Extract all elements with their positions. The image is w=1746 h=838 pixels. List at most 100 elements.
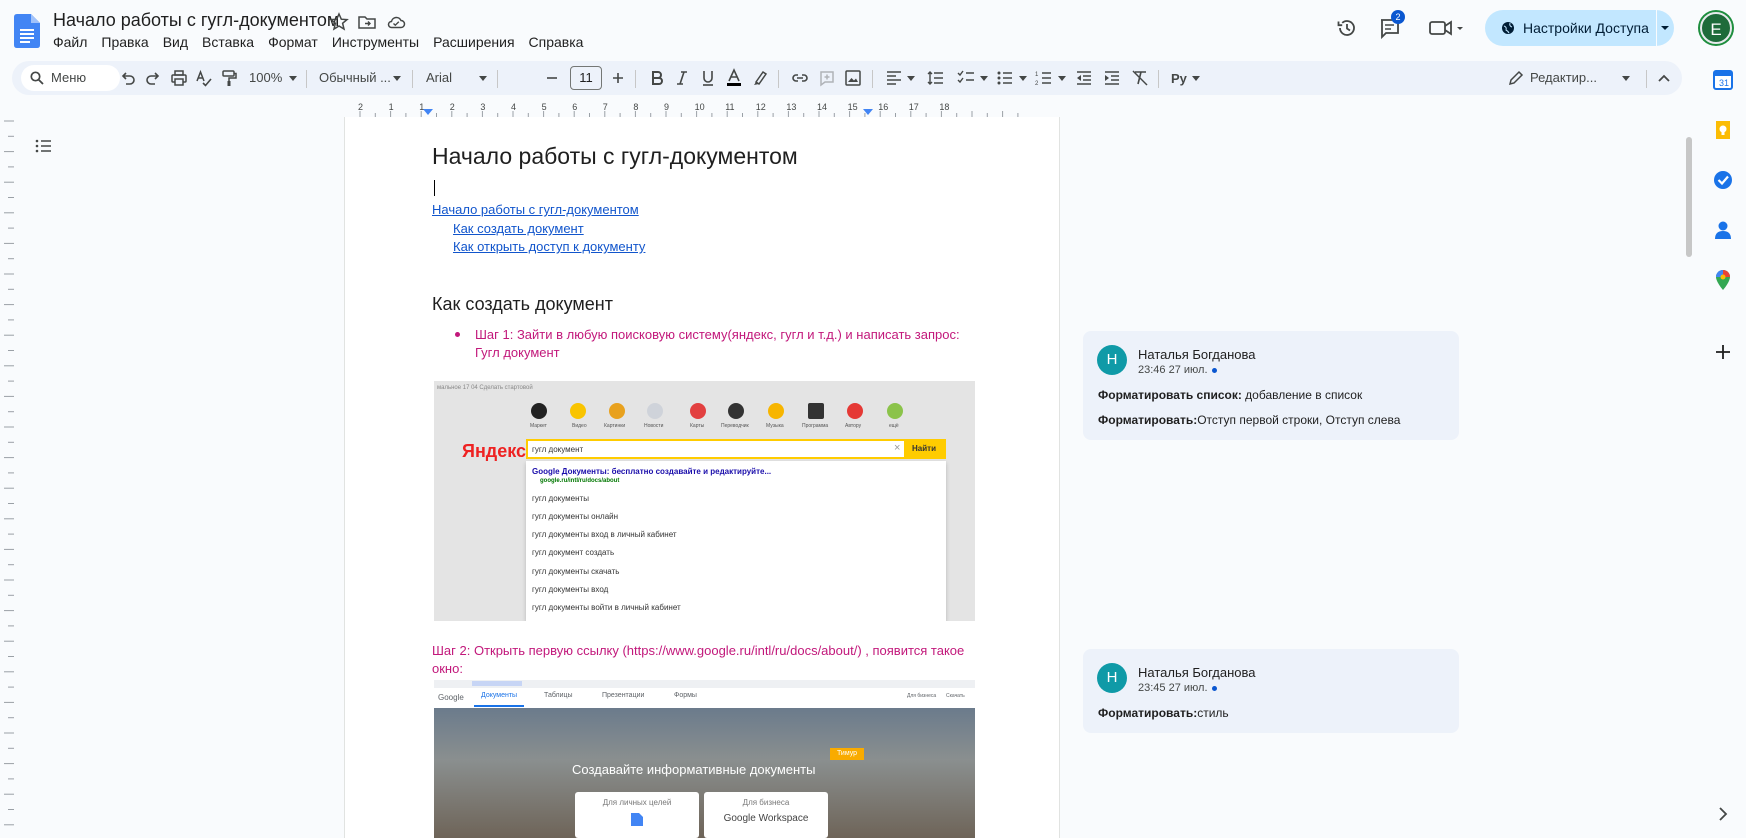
comment-time: 23:46 27 июл. <box>1138 364 1217 376</box>
toolbar-divider <box>412 70 413 88</box>
unread-dot <box>1211 685 1217 691</box>
font-size-input[interactable]: 11 <box>570 66 602 90</box>
document-outline-icon[interactable] <box>34 136 54 156</box>
menu-tools[interactable]: Инструменты <box>325 33 426 51</box>
decrease-font-icon[interactable] <box>542 68 562 88</box>
bulleted-chevron-icon[interactable] <box>1019 76 1027 81</box>
spellcheck-icon[interactable] <box>194 68 214 88</box>
toolbar-divider <box>635 70 636 88</box>
tasks-icon[interactable] <box>1712 169 1734 191</box>
calendar-icon[interactable]: 31 <box>1712 69 1734 91</box>
numbered-chevron-icon[interactable] <box>1058 76 1066 81</box>
font-select[interactable]: Arial <box>426 70 452 85</box>
share-button[interactable]: Настройки Доступа <box>1485 10 1674 46</box>
comment-author: Наталья Богданова <box>1138 665 1256 680</box>
document-title[interactable]: Начало работы с гугл-документом <box>53 10 339 31</box>
highlight-icon[interactable] <box>750 68 770 88</box>
underline-icon[interactable] <box>698 68 718 88</box>
ruler-number: 13 <box>786 102 796 112</box>
align-chevron-icon[interactable] <box>907 76 915 81</box>
menu-format[interactable]: Формат <box>261 33 325 51</box>
maps-icon[interactable] <box>1712 269 1734 291</box>
add-addon-icon[interactable] <box>1712 341 1734 363</box>
menu-file[interactable]: Файл <box>46 33 94 51</box>
comment-avatar: Н <box>1097 663 1127 693</box>
insert-image-icon[interactable] <box>843 68 863 88</box>
search-icon <box>30 71 44 85</box>
align-icon[interactable] <box>884 68 904 88</box>
horizontal-ruler[interactable]: 2 1 1 2 3 4 5 6 7 8 9 10 11 12 13 14 15 16 17 18 <box>344 101 1060 117</box>
comment-card[interactable]: Н Наталья Богданова 23:46 27 июл. Формат… <box>1083 331 1459 440</box>
undo-icon[interactable] <box>118 68 138 88</box>
yandex-screenshot[interactable]: мальное 17 04 Сделать стартовой Маркет В… <box>434 381 975 621</box>
paint-format-icon[interactable] <box>219 68 239 88</box>
clear-formatting-icon[interactable] <box>1130 68 1150 88</box>
link-icon[interactable] <box>790 68 810 88</box>
decrease-indent-icon[interactable] <box>1074 68 1094 88</box>
menu-insert[interactable]: Вставка <box>195 33 261 51</box>
menu-extensions[interactable]: Расширения <box>426 33 521 51</box>
account-avatar[interactable]: E <box>1700 12 1732 44</box>
star-icon[interactable] <box>329 12 349 32</box>
comments-icon[interactable]: 2 <box>1376 10 1405 42</box>
keep-icon[interactable] <box>1712 119 1734 141</box>
step2-text[interactable]: Шаг 2: Открыть первую ссылку (https://ww… <box>432 642 964 660</box>
italic-icon[interactable] <box>672 68 692 88</box>
style-select[interactable]: Обычный ... <box>319 70 391 85</box>
comment-card[interactable]: Н Наталья Богданова 23:45 27 июл. Формат… <box>1083 649 1459 733</box>
zoom-select[interactable]: 100% <box>249 70 282 85</box>
increase-font-icon[interactable] <box>608 68 628 88</box>
hide-menus-icon[interactable] <box>1654 68 1674 88</box>
move-folder-icon[interactable] <box>357 12 377 32</box>
scrollbar[interactable] <box>1686 137 1692 257</box>
chevron-right-icon[interactable] <box>1712 803 1734 825</box>
auto-app-icon <box>847 403 863 419</box>
bold-icon[interactable] <box>647 68 667 88</box>
menu-help[interactable]: Справка <box>522 33 591 51</box>
section-heading[interactable]: Как создать документ <box>432 294 613 315</box>
add-comment-icon[interactable] <box>817 68 837 88</box>
redo-icon[interactable] <box>143 68 163 88</box>
cloud-saved-icon[interactable] <box>386 12 406 32</box>
vertical-ruler[interactable] <box>0 117 14 838</box>
style-chevron-icon[interactable] <box>393 76 401 81</box>
docs-logo-icon[interactable] <box>14 14 40 48</box>
step2-text-cont[interactable]: окно: <box>432 660 463 678</box>
menu-view[interactable]: Вид <box>156 33 195 51</box>
chevron-down-icon[interactable] <box>1660 25 1670 31</box>
for-business-link: Для бизнеса <box>907 693 937 699</box>
meet-icon[interactable] <box>1427 14 1467 42</box>
toolbar: Меню 100% Обычный ... Arial 11 12 Py Ред… <box>12 61 1682 95</box>
font-chevron-icon[interactable] <box>479 76 487 81</box>
first-result-title: Google Документы: бесплатно создавайте и… <box>532 467 772 476</box>
app-label: Новости <box>644 423 664 429</box>
zoom-chevron-icon[interactable] <box>289 76 297 81</box>
contacts-icon[interactable] <box>1712 219 1734 241</box>
google-wordmark: Google <box>438 693 464 702</box>
document-heading[interactable]: Начало работы с гугл-документом <box>432 143 798 170</box>
toc-link[interactable]: Как открыть доступ к документу <box>453 239 645 254</box>
bulleted-list-icon[interactable] <box>995 68 1015 88</box>
document-page[interactable]: Начало работы с гугл-документом Начало р… <box>344 117 1060 838</box>
search-menus-input[interactable]: Меню <box>21 65 120 91</box>
google-docs-screenshot[interactable]: Google Документы Таблицы Презентации Фор… <box>434 680 975 838</box>
menu-edit[interactable]: Правка <box>94 33 155 51</box>
toc-link[interactable]: Как создать документ <box>453 221 584 236</box>
ruler-number: 7 <box>603 102 608 112</box>
print-icon[interactable] <box>169 68 189 88</box>
version-history-icon[interactable] <box>1333 14 1361 42</box>
input-tools-chevron-icon[interactable] <box>1192 76 1200 81</box>
editing-mode-select[interactable]: Редактир... <box>1506 61 1636 95</box>
checklist-chevron-icon[interactable] <box>980 76 988 81</box>
checklist-icon[interactable] <box>956 68 976 88</box>
toc-link[interactable]: Начало работы с гугл-документом <box>432 202 639 217</box>
line-spacing-icon[interactable] <box>926 68 946 88</box>
step1-text[interactable]: Шаг 1: Зайти в любую поисковую систему(я… <box>475 326 960 344</box>
numbered-list-icon[interactable]: 12 <box>1034 68 1054 88</box>
indent-marker[interactable] <box>423 109 433 115</box>
increase-indent-icon[interactable] <box>1102 68 1122 88</box>
first-result-url: google.ru/intl/ru/docs/about <box>540 478 620 484</box>
text-color-icon[interactable] <box>724 68 744 88</box>
ruler-number: 11 <box>725 102 734 112</box>
step1-text-cont[interactable]: Гугл документ <box>475 344 560 362</box>
